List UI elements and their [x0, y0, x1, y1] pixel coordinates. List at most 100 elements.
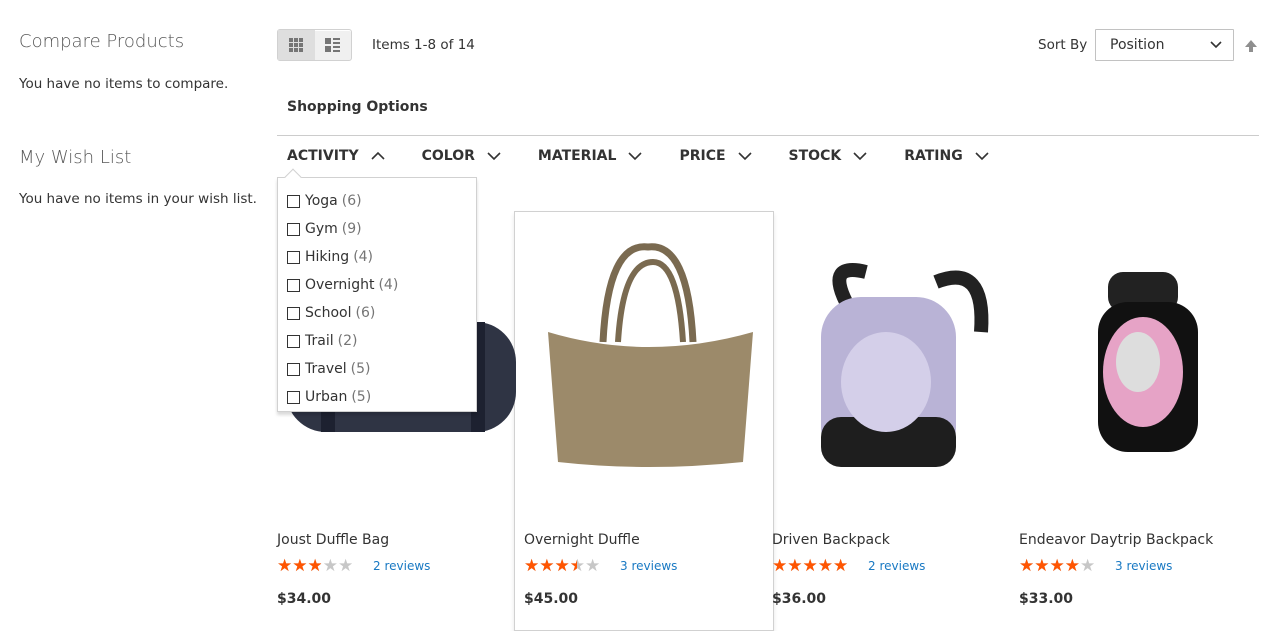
option-count: (4) [353, 249, 374, 265]
product-price: $45.00 [524, 591, 579, 607]
product-price: $33.00 [1019, 591, 1074, 607]
option-label: School [305, 305, 352, 321]
option-count: (2) [337, 333, 358, 349]
option-label: Overnight [305, 277, 375, 293]
chevron-down-icon [853, 152, 867, 161]
filter-option-urban[interactable]: Urban (5) [287, 383, 467, 411]
product-image[interactable] [772, 212, 1019, 512]
option-label: Hiking [305, 249, 350, 265]
product-rating: ★★★★★★★★★★ 3 reviews [1019, 556, 1266, 576]
option-count: (6) [341, 193, 362, 209]
filter-option-travel[interactable]: Travel (5) [287, 355, 467, 383]
grid-mode-button[interactable] [278, 30, 315, 60]
checkbox[interactable] [287, 278, 300, 292]
sort-select-value: Position [1110, 37, 1165, 53]
filter-option-hiking[interactable]: Hiking (4) [287, 243, 467, 271]
option-label: Yoga [305, 193, 338, 209]
wishlist-title: My Wish List [19, 147, 132, 168]
filter-label: COLOR [421, 148, 475, 164]
wishlist-empty-text: You have no items in your wish list. [19, 191, 257, 207]
compare-title: Compare Products [19, 31, 185, 52]
checkbox[interactable] [287, 306, 300, 320]
grid-icon [289, 38, 304, 52]
product-name[interactable]: Driven Backpack [772, 532, 1019, 548]
filter-label: STOCK [788, 148, 842, 164]
checkbox[interactable] [287, 362, 300, 376]
checkbox[interactable] [287, 250, 300, 264]
rating-stars: ★★★★★★★★★★ [1019, 556, 1096, 576]
shopping-options-title: Shopping Options [287, 99, 428, 115]
list-mode-button[interactable] [315, 30, 352, 60]
option-count: (6) [355, 305, 376, 321]
endeavor-backpack-image [1097, 272, 1198, 452]
product-rating: ★★★★★★★★★★ 2 reviews [277, 556, 524, 576]
filter-label: PRICE [679, 148, 726, 164]
option-label: Urban [305, 389, 348, 405]
driven-backpack-image [820, 263, 988, 467]
filter-option-overnight[interactable]: Overnight (4) [287, 271, 467, 299]
product-card[interactable]: Driven Backpack ★★★★★ ★★★★★ 2 reviews $36.… [772, 212, 1019, 607]
product-name[interactable]: Joust Duffle Bag [277, 532, 524, 548]
product-rating: ★★★★★★★★★★ 2 reviews [772, 558, 1019, 575]
reviews-link[interactable]: 2 reviews [868, 559, 925, 573]
reviews-link[interactable]: 2 reviews [373, 559, 430, 573]
chevron-up-icon [371, 151, 385, 160]
product-rating: ★★★★★★★★★★ 3 reviews [524, 556, 771, 576]
filter-label: RATING [904, 148, 963, 164]
checkbox[interactable] [287, 334, 300, 348]
compare-empty-text: You have no items to compare. [19, 76, 229, 92]
rating-stars: ★★★★★★★★★★ [524, 556, 601, 576]
product-image[interactable] [524, 212, 771, 512]
filter-rating[interactable]: RATING [904, 148, 989, 164]
filter-option-yoga[interactable]: Yoga (6) [287, 187, 467, 215]
list-icon [325, 38, 341, 52]
rating-stars: ★★★★★★★★★★ [772, 558, 860, 575]
toolbar-amount: Items 1-8 of 14 [372, 37, 475, 53]
rating-fill: ★★★★★ [772, 558, 849, 574]
rating-fill: ★★★★★ [1019, 558, 1081, 574]
rating-stars: ★★★★★★★★★★ [277, 556, 354, 576]
filter-material[interactable]: MATERIAL [538, 148, 643, 164]
checkbox[interactable] [287, 194, 300, 208]
filter-color[interactable]: COLOR [422, 148, 501, 164]
option-label: Trail [305, 333, 334, 349]
product-name[interactable]: Overnight Duffle [524, 532, 771, 548]
rating-fill: ★★★★★ [524, 558, 577, 574]
option-label: Gym [305, 221, 338, 237]
filter-label: ACTIVITY [287, 148, 359, 164]
reviews-link[interactable]: 3 reviews [620, 559, 677, 573]
chevron-down-icon [487, 152, 501, 161]
filter-activity[interactable]: ACTIVITY [287, 148, 385, 164]
view-mode-switcher [277, 29, 352, 61]
filter-bar: ACTIVITY COLOR MATERIAL PRICE STOCK RATI… [277, 148, 1016, 164]
checkbox[interactable] [287, 390, 300, 404]
product-card[interactable]: Overnight Duffle ★★★★★★★★★★ 3 reviews $45… [524, 212, 771, 607]
sort-by-label: Sort By [1038, 37, 1088, 53]
option-label: Travel [305, 361, 347, 377]
filter-stock[interactable]: STOCK [789, 148, 868, 164]
option-count: (5) [351, 389, 372, 405]
product-price: $34.00 [277, 591, 332, 607]
overnight-duffle-image [547, 243, 753, 467]
product-card[interactable]: Endeavor Daytrip Backpack ★★★★★★★★★★ 3 re… [1019, 212, 1266, 607]
chevron-down-icon [975, 152, 989, 161]
dropdown-arrow [284, 168, 302, 186]
filter-option-trail[interactable]: Trail (2) [287, 327, 467, 355]
activity-filter-dropdown: Yoga (6) Gym (9) Hiking (4) Overnight (4) School… [277, 168, 477, 412]
product-price: $36.00 [772, 591, 827, 607]
checkbox[interactable] [287, 222, 300, 236]
option-count: (4) [378, 277, 399, 293]
product-name[interactable]: Endeavor Daytrip Backpack [1019, 532, 1266, 548]
filter-option-school[interactable]: School (6) [287, 299, 467, 327]
arrow-up-icon[interactable] [1244, 39, 1258, 53]
filter-divider [277, 135, 1259, 136]
filter-option-gym[interactable]: Gym (9) [287, 215, 467, 243]
rating-fill: ★★★★★ [277, 558, 321, 574]
option-count: (5) [350, 361, 371, 377]
option-count: (9) [341, 221, 362, 237]
sort-select[interactable]: Position [1095, 29, 1234, 61]
reviews-link[interactable]: 3 reviews [1115, 559, 1172, 573]
product-image[interactable] [1019, 212, 1266, 512]
filter-price[interactable]: PRICE [679, 148, 752, 164]
chevron-down-icon [628, 152, 643, 161]
